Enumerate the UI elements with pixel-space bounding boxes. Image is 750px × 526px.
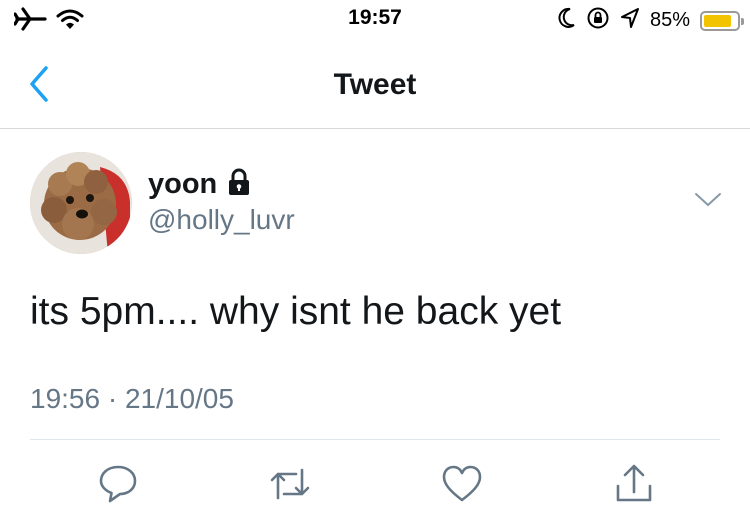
display-name-row: yoon: [148, 168, 251, 201]
battery-percent: 85%: [649, 9, 690, 31]
tweet-text: its 5pm.... why isnt he back yet: [30, 290, 562, 333]
action-bar: [0, 462, 750, 506]
reply-button[interactable]: [96, 462, 140, 506]
chevron-down-icon: [695, 193, 721, 207]
moon-icon: [558, 7, 576, 34]
location-icon: [620, 7, 640, 34]
status-bar: 19:57 85%: [0, 0, 750, 40]
like-button[interactable]: [440, 462, 484, 506]
page-title: Tweet: [333, 68, 417, 101]
more-options-button[interactable]: [694, 190, 722, 210]
avatar[interactable]: [30, 152, 132, 254]
share-button[interactable]: [612, 462, 656, 506]
rotation-lock-icon: [586, 6, 610, 35]
divider: [30, 439, 720, 440]
battery-icon: [700, 10, 744, 31]
retweet-button[interactable]: [268, 462, 312, 506]
user-handle[interactable]: @holly_luvr: [148, 204, 295, 236]
display-name[interactable]: yoon: [148, 168, 217, 201]
battery-tip: [741, 17, 744, 25]
status-right: 85%: [558, 6, 744, 35]
reply-icon: [99, 465, 137, 503]
nav-bar: Tweet: [0, 40, 750, 129]
retweet-icon: [270, 468, 310, 500]
tweet-detail-screen: 19:57 85% Tweet yoon @holly_luvr its 5pm…: [0, 0, 750, 526]
tweet-timestamp[interactable]: 19:56 · 21/10/05: [30, 383, 234, 415]
like-icon: [442, 465, 482, 502]
share-icon: [616, 464, 652, 502]
battery-level: [704, 14, 732, 27]
lock-icon: [227, 168, 251, 201]
dog-avatar-image: [30, 152, 132, 254]
